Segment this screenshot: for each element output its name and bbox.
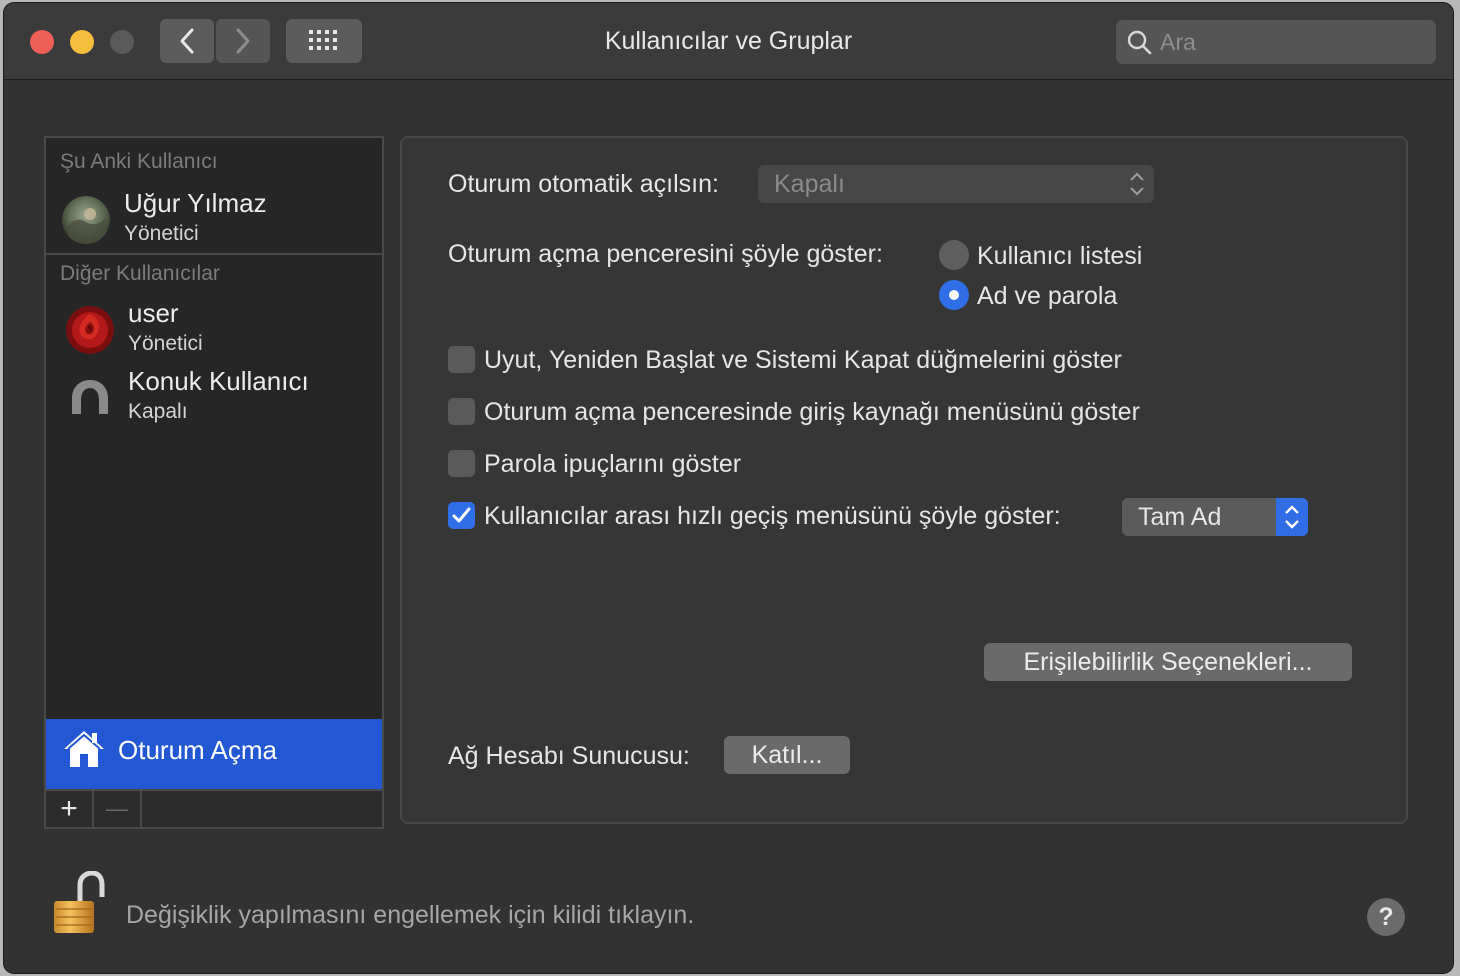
radio-name-password[interactable] [939, 280, 969, 310]
radio-user-list[interactable] [939, 240, 969, 270]
checkbox-label: Uyut, Yeniden Başlat ve Sistemi Kapat dü… [484, 346, 1122, 374]
updown-arrows-icon [1285, 505, 1299, 529]
lock-message: Değişiklik yapılmasını engellemek için k… [126, 901, 695, 929]
checkmark-icon [452, 507, 471, 523]
lock-button[interactable] [52, 870, 106, 942]
sidebar-divider [46, 253, 382, 255]
checkbox-fast-user-switching[interactable] [448, 502, 475, 529]
login-options-panel: Oturum otomatik açılsın: Kapalı Oturum a… [400, 136, 1408, 824]
auto-login-value: Kapalı [774, 170, 845, 198]
updown-arrows-icon [1130, 172, 1144, 196]
title-bar: Kullanıcılar ve Gruplar [4, 3, 1453, 80]
add-user-button[interactable]: + [46, 791, 94, 827]
checkbox-label: Oturum açma penceresinde giriş kaynağı m… [484, 398, 1140, 426]
guest-avatar-icon [66, 374, 114, 422]
fast-switch-value: Tam Ad [1138, 503, 1222, 531]
users-sidebar: Şu Anki Kullanıcı Uğur Yılmaz Yönetici D… [44, 136, 384, 829]
user-role: Yönetici [128, 332, 203, 355]
remove-user-button[interactable]: — [94, 791, 142, 827]
radio-user-list-label: Kullanıcı listesi [977, 242, 1143, 270]
network-server-label: Ağ Hesabı Sunucusu: [448, 742, 690, 770]
popup-arrow-box [1276, 498, 1308, 536]
help-button[interactable]: ? [1367, 898, 1405, 936]
user-role: Kapalı [128, 400, 188, 423]
checkbox-label: Kullanıcılar arası hızlı geçiş menüsünü … [484, 502, 1061, 530]
user-name: Uğur Yılmaz [124, 188, 267, 218]
add-icon: + [60, 792, 78, 825]
search-field[interactable] [1116, 20, 1436, 64]
radio-name-password-label: Ad ve parola [977, 282, 1118, 310]
other-users-header: Diğer Kullanıcılar [60, 262, 220, 285]
auto-login-label: Oturum otomatik açılsın: [448, 170, 719, 198]
checkbox-password-hints[interactable] [448, 450, 475, 477]
user-avatar-photo [62, 196, 110, 244]
remove-icon: — [106, 796, 128, 821]
accessibility-options-button[interactable]: Erişilebilirlik Seçenekleri... [984, 643, 1352, 681]
login-options-label: Oturum Açma [118, 735, 277, 765]
fast-switch-popup[interactable]: Tam Ad [1122, 498, 1308, 536]
auto-login-popup[interactable]: Kapalı [758, 165, 1154, 203]
current-user-header: Şu Anki Kullanıcı [60, 150, 218, 173]
join-button[interactable]: Katıl... [724, 736, 850, 774]
user-row-user[interactable]: user Yönetici [46, 298, 382, 360]
unlocked-padlock-icon [54, 870, 105, 933]
rose-avatar [66, 306, 114, 354]
user-row-current[interactable]: Uğur Yılmaz Yönetici [46, 188, 382, 250]
search-input[interactable] [1160, 24, 1420, 60]
home-icon [64, 731, 104, 767]
sidebar-item-login-options[interactable]: Oturum Açma [46, 719, 382, 789]
user-row-guest[interactable]: Konuk Kullanıcı Kapalı [46, 366, 382, 428]
checkbox-label: Parola ipuçlarını göster [484, 450, 742, 478]
users-groups-window: Kullanıcılar ve Gruplar Şu Anki Kullanıc… [4, 3, 1453, 973]
search-icon [1127, 30, 1152, 55]
checkbox-sleep-restart-shutdown[interactable] [448, 346, 475, 373]
display-label: Oturum açma penceresini şöyle göster: [448, 240, 883, 268]
sidebar-toolbar: + — [46, 789, 382, 827]
user-role: Yönetici [124, 222, 199, 245]
checkbox-input-menu[interactable] [448, 398, 475, 425]
user-name: Konuk Kullanıcı [128, 366, 309, 396]
user-name: user [128, 298, 179, 328]
